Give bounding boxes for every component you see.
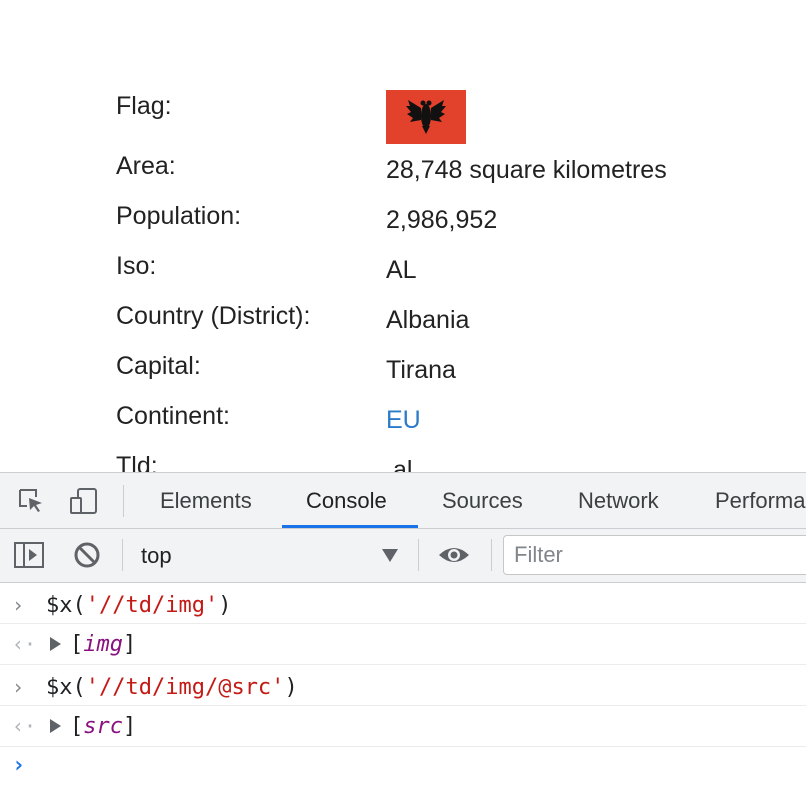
device-toolbar-icon[interactable] [68,486,98,516]
info-row-continent: Continent: EU [0,400,806,450]
console-result-line: ‹· [img] [0,624,806,665]
chevron-right-icon: › [12,593,25,617]
console-toolbar: top [0,529,806,583]
info-row-tld: Tld: .al [0,450,806,472]
area-value: 28,748 square kilometres [386,156,667,184]
info-row-iso: Iso: AL [0,250,806,300]
iso-label: Iso: [116,252,157,280]
context-selector[interactable]: top [141,529,407,582]
population-value: 2,986,952 [386,206,498,234]
console-input-line: › $x('//td/img/@src') [0,665,806,706]
tab-sources[interactable]: Sources [418,473,547,528]
albania-flag-image [386,90,466,144]
webpage: Flag: Area: 28,748 square kilometres Pop… [0,0,806,472]
console-result-line: ‹· [src] [0,706,806,747]
prompt-chevron-icon: › [12,753,26,778]
show-sidebar-icon[interactable] [13,540,44,570]
toolbar-divider [491,539,492,571]
chevron-down-icon [382,549,398,562]
capital-value: Tirana [386,356,456,384]
string-literal: '//td/img/@src' [85,675,285,700]
info-row-capital: Capital: Tirana [0,350,806,400]
toolbar-divider [418,539,419,571]
console-input-line: › $x('//td/img') [0,583,806,624]
console-prompt-line[interactable]: › [0,747,806,801]
clear-console-icon[interactable] [72,540,102,570]
info-row-area: Area: 28,748 square kilometres [0,150,806,200]
tab-network[interactable]: Network [554,473,683,528]
return-arrow-icon: ‹· [12,714,37,738]
info-row-population: Population: 2,986,952 [0,200,806,250]
inspect-element-icon[interactable] [16,486,46,516]
tab-elements[interactable]: Elements [136,473,276,528]
population-label: Population: [116,202,242,230]
return-arrow-icon: ‹· [12,632,37,656]
tab-performance[interactable]: Performance [691,473,806,528]
string-literal: '//td/img' [85,593,219,618]
country-value: Albania [386,306,470,334]
continent-label: Continent: [116,402,230,430]
console-output: › $x('//td/img') ‹· [img] › $x('//td/img… [0,583,806,801]
console-result[interactable]: [img] [70,632,136,657]
console-command: $x('//td/img') [46,593,232,618]
area-label: Area: [116,152,176,180]
filter-input[interactable] [514,536,794,574]
tld-value: .al [386,456,413,472]
context-selector-value: top [141,543,172,568]
flag-label: Flag: [116,92,172,120]
continent-link[interactable]: EU [386,406,421,435]
info-row-country: Country (District): Albania [0,300,806,350]
tld-label: Tld: [116,452,158,472]
devtools-panel: Elements Console Sources Network Perform… [0,472,806,801]
capital-label: Capital: [116,352,201,380]
iso-value: AL [386,256,417,284]
expand-triangle-icon[interactable] [50,719,61,733]
toolbar-divider [122,539,123,571]
toolbar-divider [123,485,124,517]
devtools-tab-bar: Elements Console Sources Network Perform… [0,473,806,529]
filter-box [503,535,806,575]
expand-triangle-icon[interactable] [50,637,61,651]
console-command: $x('//td/img/@src') [46,675,298,700]
chevron-right-icon: › [12,675,25,699]
tab-console[interactable]: Console [282,473,418,528]
eye-icon[interactable] [437,540,469,570]
country-label: Country (District): [116,302,311,330]
console-result[interactable]: [src] [70,714,136,739]
